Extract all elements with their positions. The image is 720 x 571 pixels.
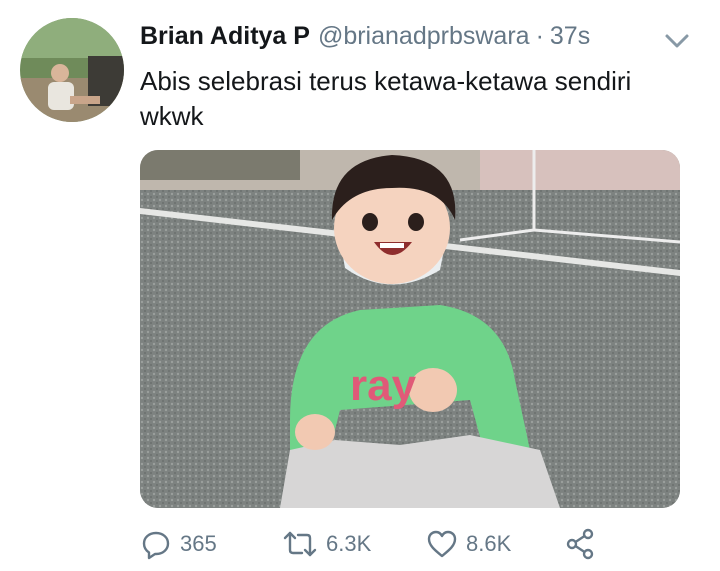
share-button[interactable] (564, 524, 598, 564)
reply-count: 365 (180, 531, 217, 556)
reply-button[interactable]: 365 (140, 524, 217, 564)
separator-dot: · (535, 22, 544, 50)
tweet-actions: 365 6.3K 8.6K (140, 524, 610, 564)
tweet-text: Abis selebrasi terus ketawa-ketawa sendi… (140, 66, 632, 131)
tweet-header: Brian Aditya P @brianadprbswara · 37s (140, 22, 590, 56)
tweet-media[interactable]: ray (140, 150, 680, 508)
heart-icon (426, 528, 458, 560)
like-button[interactable]: 8.6K (426, 524, 511, 564)
reply-bubble-icon (140, 528, 172, 560)
timestamp[interactable]: 37s (550, 22, 590, 51)
share-icon (564, 527, 598, 561)
avatar[interactable] (20, 18, 124, 122)
tweet[interactable]: Brian Aditya P @brianadprbswara · 37s Ab… (0, 0, 720, 571)
retweet-icon (282, 528, 318, 560)
chevron-down-icon[interactable] (662, 28, 692, 52)
retweet-count: 6.3K (326, 531, 372, 556)
retweet-button[interactable]: 6.3K (282, 524, 371, 564)
sweater-text: ray (350, 361, 417, 410)
author-handle[interactable]: @brianadprbswara (318, 22, 530, 51)
like-count: 8.6K (466, 531, 512, 556)
author-name[interactable]: Brian Aditya P (140, 22, 310, 51)
